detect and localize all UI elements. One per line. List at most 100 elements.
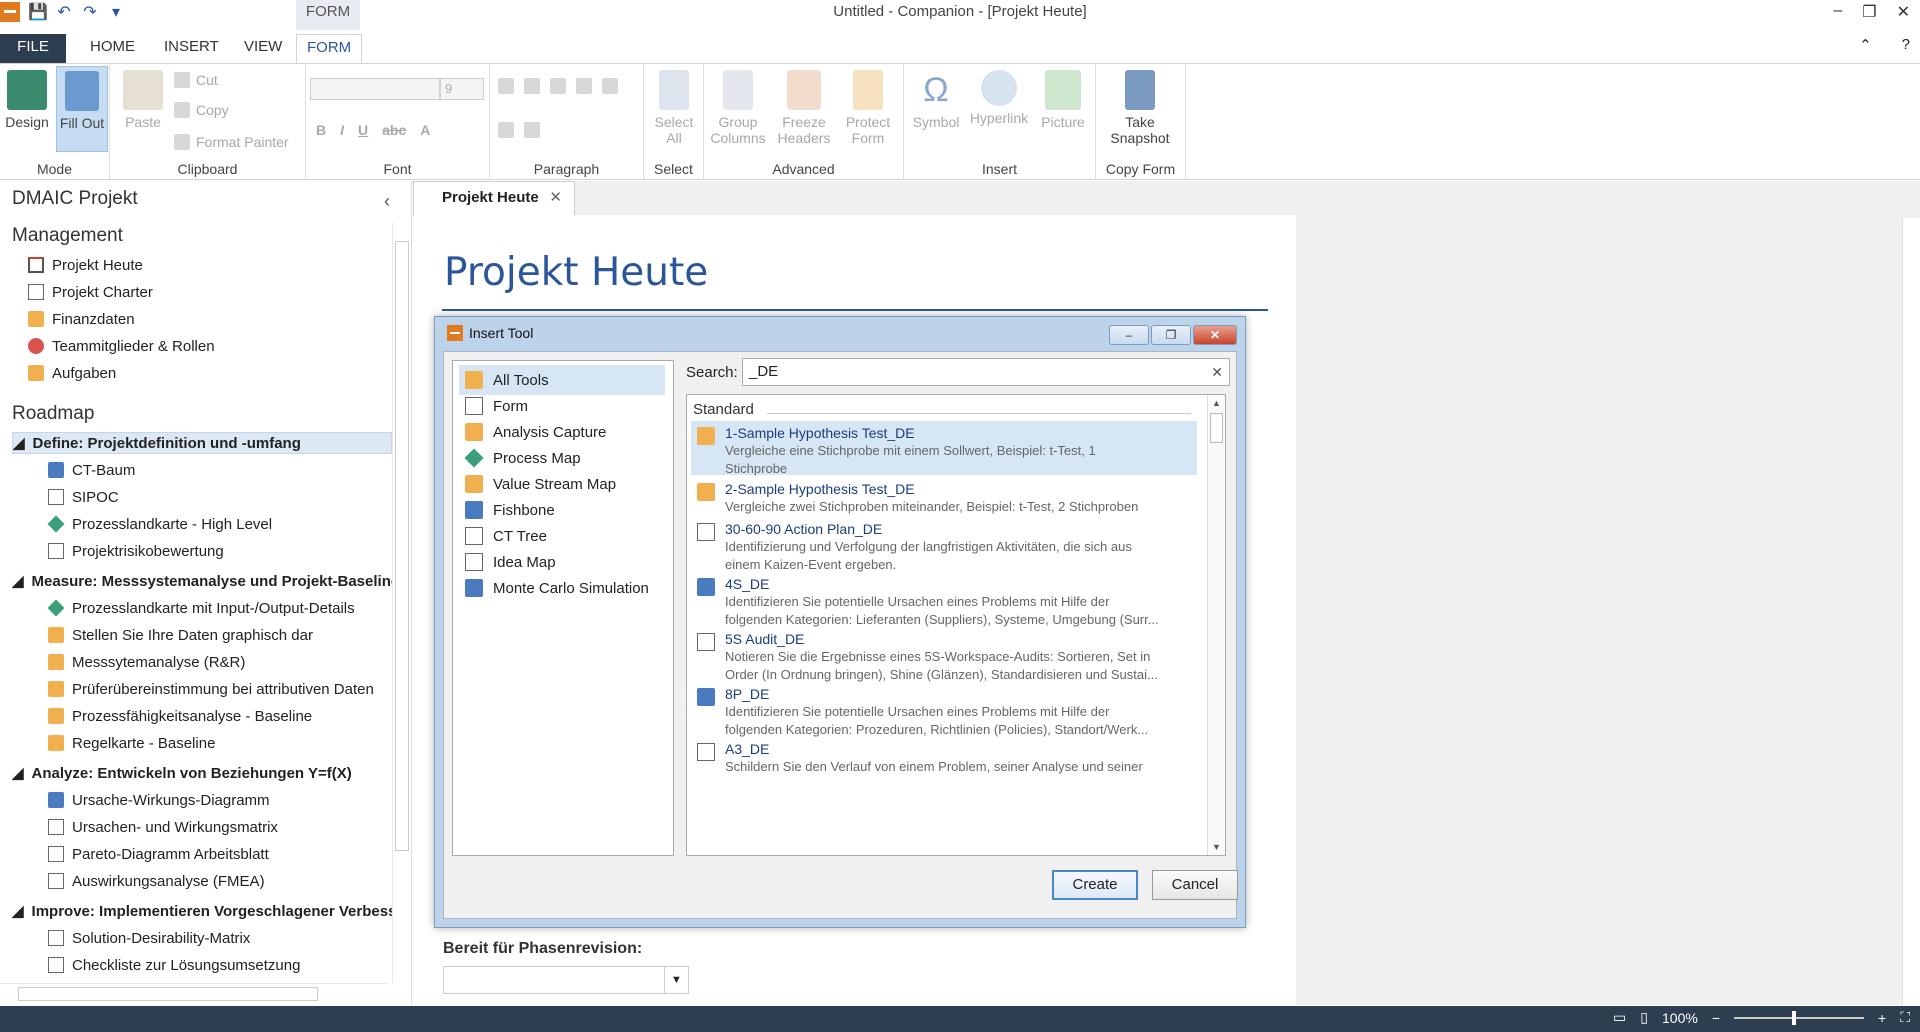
expand-arrow-icon[interactable]: ◢	[12, 902, 24, 920]
nav-item-messsytemanalyse[interactable]: Messsytemanalyse (R&R)	[48, 651, 245, 673]
scroll-down-icon[interactable]: ▼	[1208, 839, 1225, 855]
collapse-nav-icon[interactable]: ‹	[384, 191, 390, 212]
chevron-down-icon[interactable]: ▼	[664, 967, 688, 993]
cancel-button[interactable]: Cancel	[1152, 870, 1238, 900]
create-button[interactable]: Create	[1052, 870, 1138, 900]
close-tab-icon[interactable]: ✕	[549, 182, 562, 214]
scroll-thumb[interactable]	[1210, 413, 1223, 443]
nav-item-aufgaben[interactable]: Aufgaben	[28, 362, 116, 384]
help-icon[interactable]: ?	[1902, 36, 1910, 54]
bullet-list-icon[interactable]	[498, 78, 514, 94]
result-item[interactable]: 30-60-90 Action Plan_DE Identifizierung …	[691, 517, 1197, 572]
nav-item-prueferuebereinstimmung[interactable]: Prüferübereinstimmung bei attributiven D…	[48, 678, 374, 700]
phase-analyze[interactable]: ◢ Analyze: Entwickeln von Beziehungen Y=f…	[12, 762, 392, 784]
normal-view-icon[interactable]: ▭	[1613, 1009, 1626, 1026]
nav-item-projekt-heute[interactable]: Projekt Heute	[28, 254, 143, 276]
phase-measure[interactable]: ◢ Measure: Messsystemanalyse und Projekt-…	[12, 570, 392, 592]
result-item[interactable]: 5S Audit_DE Notieren Sie die Ergebnisse …	[691, 627, 1197, 682]
underline-icon[interactable]: U	[358, 122, 368, 138]
result-item[interactable]: 8P_DE Identifizieren Sie potentielle Urs…	[691, 682, 1197, 737]
take-snapshot-button[interactable]: Take Snapshot	[1100, 70, 1180, 146]
result-item[interactable]: A3_DE Schildern Sie den Verlauf von eine…	[691, 737, 1197, 791]
format-painter-button[interactable]: Format Painter	[174, 134, 289, 150]
nav-item-regelkarte[interactable]: Regelkarte - Baseline	[48, 732, 215, 754]
picture-button[interactable]: Picture	[1036, 70, 1090, 130]
nav-item-ursache-wirkungs-diagramm[interactable]: Ursache-Wirkungs-Diagramm	[48, 789, 270, 811]
cut-button[interactable]: Cut	[174, 72, 218, 88]
zoom-slider[interactable]	[1734, 1010, 1864, 1025]
decrease-indent-icon[interactable]	[498, 122, 514, 138]
results-scrollbar[interactable]: ▲ ▼	[1207, 395, 1225, 855]
nav-item-projektrisikobewertung[interactable]: Projektrisikobewertung	[48, 540, 224, 562]
result-item[interactable]: 2-Sample Hypothesis Test_DE Vergleiche z…	[691, 477, 1197, 517]
dialog-minimize-button[interactable]: –	[1109, 325, 1149, 345]
freeze-headers-button[interactable]: Freeze Headers	[774, 70, 834, 146]
tab-home[interactable]: HOME	[80, 34, 145, 64]
minimize-button[interactable]: –	[1833, 2, 1842, 22]
tab-form[interactable]: FORM	[296, 34, 363, 64]
tab-file[interactable]: FILE	[0, 34, 66, 64]
phase-improve[interactable]: ◢ Improve: Implementieren Vorgeschlagener…	[12, 900, 392, 922]
tab-view[interactable]: VIEW	[234, 34, 292, 64]
result-item[interactable]: 4S_DE Identifizieren Sie potentielle Urs…	[691, 572, 1197, 627]
symbol-button[interactable]: Ω Symbol	[908, 70, 964, 130]
nav-item-finanzdaten[interactable]: Finanzdaten	[28, 308, 135, 330]
restore-button[interactable]: ❐	[1862, 2, 1876, 22]
nav-item-fmea[interactable]: Auswirkungsanalyse (FMEA)	[48, 870, 265, 892]
nav-item-projekt-charter[interactable]: Projekt Charter	[28, 281, 153, 303]
dialog-maximize-button[interactable]: ❐	[1151, 325, 1191, 345]
document-scrollbar[interactable]	[1902, 218, 1920, 1008]
fit-to-window-icon[interactable]: ⛶	[1900, 1009, 1910, 1026]
search-input[interactable]: _DE ✕	[742, 358, 1230, 386]
nav-item-pareto[interactable]: Pareto-Diagramm Arbeitsblatt	[48, 843, 269, 865]
phase-review-select[interactable]: ▼	[443, 966, 689, 994]
align-right-icon[interactable]	[602, 78, 618, 94]
nav-item-sipoc[interactable]: SIPOC	[48, 486, 119, 508]
design-button[interactable]: Design	[4, 70, 50, 130]
bold-icon[interactable]: B	[316, 122, 326, 138]
nav-item-checkliste[interactable]: Checkliste zur Lösungsumsetzung	[48, 954, 300, 976]
nav-item-teammitglieder[interactable]: Teammitglieder & Rollen	[28, 335, 215, 357]
hyperlink-button[interactable]: Hyperlink	[966, 70, 1032, 126]
fill-out-button[interactable]: Fill Out	[56, 66, 108, 152]
zoom-out-icon[interactable]: −	[1712, 1010, 1720, 1026]
expand-arrow-icon[interactable]: ◢	[12, 572, 24, 590]
scroll-up-icon[interactable]: ▲	[1208, 395, 1225, 411]
copy-button[interactable]: Copy	[174, 102, 229, 118]
nav-item-prozessfaehigkeitsanalyse[interactable]: Prozessfähigkeitsanalyse - Baseline	[48, 705, 312, 727]
nav-item-solution-desirability[interactable]: Solution-Desirability-Matrix	[48, 927, 250, 949]
nav-item-ct-baum[interactable]: CT-Baum	[48, 459, 135, 481]
result-item[interactable]: 1-Sample Hypothesis Test_DE Vergleiche e…	[691, 421, 1197, 476]
align-left-icon[interactable]	[550, 78, 566, 94]
select-all-button[interactable]: Select All	[650, 70, 698, 146]
category-monte-carlo[interactable]: Monte Carlo Simulation	[459, 573, 665, 603]
increase-indent-icon[interactable]	[524, 122, 540, 138]
expand-arrow-icon[interactable]: ◢	[12, 764, 24, 782]
nav-vertical-scrollbar[interactable]	[392, 223, 410, 983]
scroll-thumb[interactable]	[18, 987, 318, 1001]
close-window-button[interactable]: ✕	[1897, 2, 1910, 22]
phase-define[interactable]: ◢ Define: Projektdefinition und -umfang	[12, 432, 392, 454]
font-size-select[interactable]: 9	[440, 78, 484, 100]
protect-form-button[interactable]: Protect Form	[838, 70, 898, 146]
font-color-icon[interactable]: A	[420, 122, 430, 138]
document-tab[interactable]: Projekt Heute ✕	[413, 181, 575, 215]
zoom-in-icon[interactable]: +	[1878, 1010, 1886, 1026]
font-family-select[interactable]	[310, 78, 440, 100]
dialog-close-button[interactable]: ✕	[1193, 325, 1237, 345]
strikethrough-icon[interactable]: abc	[382, 122, 406, 138]
italic-icon[interactable]: I	[340, 122, 344, 138]
nav-item-wirkungsmatrix[interactable]: Ursachen- und Wirkungsmatrix	[48, 816, 278, 838]
scroll-thumb[interactable]	[395, 241, 409, 851]
paste-button[interactable]: Paste	[118, 70, 168, 130]
expand-arrow-icon[interactable]: ◢	[13, 434, 25, 452]
nav-item-prozesslandkarte-high-level[interactable]: Prozesslandkarte - High Level	[47, 513, 272, 535]
clear-search-icon[interactable]: ✕	[1211, 359, 1223, 385]
collapse-ribbon-icon[interactable]: ⌃	[1859, 36, 1872, 54]
page-view-icon[interactable]: ▯	[1640, 1009, 1648, 1026]
nav-item-daten-graphisch[interactable]: Stellen Sie Ihre Daten graphisch dar	[48, 624, 313, 646]
align-center-icon[interactable]	[576, 78, 592, 94]
tab-insert[interactable]: INSERT	[154, 34, 229, 64]
nav-item-prozesslandkarte-details[interactable]: Prozesslandkarte mit Input-/Output-Detai…	[47, 597, 355, 619]
numbered-list-icon[interactable]	[524, 78, 540, 94]
